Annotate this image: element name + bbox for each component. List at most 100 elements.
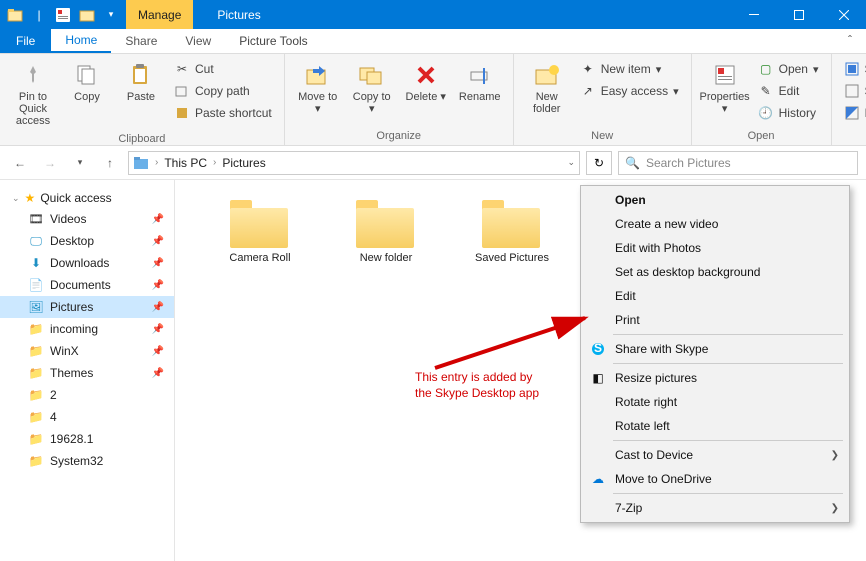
ctx-onedrive[interactable]: ☁Move to OneDrive [583,467,847,491]
new-folder-icon[interactable] [76,4,98,26]
new-folder-button[interactable]: New folder [522,59,572,117]
clipboard-group-label: Clipboard [8,131,276,145]
open-group: Properties ▾ ▢Open ▾ ✎Edit 🕘History Open [692,54,832,145]
folder-icon: 📁 [28,409,44,425]
ctx-edit[interactable]: Edit [583,284,847,308]
delete-button[interactable]: Delete ▾ [401,59,451,105]
back-button[interactable]: ← [8,151,32,175]
collapse-ribbon-icon[interactable]: ˆ [834,29,866,53]
ctx-share-skype[interactable]: SShare with Skype [583,337,847,361]
nav-system32[interactable]: 📁System32 [0,450,174,472]
paste-button[interactable]: Paste [116,59,166,105]
edit-button[interactable]: ✎Edit [754,81,823,101]
navigation-pane: ⌄★Quick access 🎞Videos📌 🖵Desktop📌 ⬇Downl… [0,180,175,561]
ribbon-tab-strip: File Home Share View Picture Tools ˆ [0,29,866,54]
nav-downloads[interactable]: ⬇Downloads📌 [0,252,174,274]
recent-locations-icon[interactable]: ▾ [68,151,92,175]
ctx-cast[interactable]: Cast to Device❯ [583,443,847,467]
up-button[interactable]: ↑ [98,151,122,175]
ctx-set-background[interactable]: Set as desktop background [583,260,847,284]
cut-button[interactable]: ✂Cut [170,59,276,79]
ctx-edit-photos[interactable]: Edit with Photos [583,236,847,260]
select-none-button[interactable]: Select none [840,81,866,101]
copy-button[interactable]: Copy [62,59,112,105]
nav-pictures[interactable]: 🖼Pictures📌 [0,296,174,318]
separator [613,363,843,364]
properties-icon[interactable] [52,4,74,26]
invert-selection-button[interactable]: Invert selection [840,103,866,123]
file-tab[interactable]: File [0,29,51,53]
minimize-button[interactable] [731,0,776,29]
view-tab[interactable]: View [171,29,225,53]
collapse-icon[interactable]: ⌄ [12,193,20,204]
folder-new-folder[interactable]: New folder [341,198,431,265]
nav-4[interactable]: 📁4 [0,406,174,428]
folder-icon [480,198,544,248]
nav-videos[interactable]: 🎞Videos📌 [0,208,174,230]
picture-tools-tab[interactable]: Picture Tools [225,29,321,53]
downloads-icon: ⬇ [28,255,44,271]
home-tab[interactable]: Home [51,29,111,53]
breadcrumb-pictures[interactable]: Pictures [222,156,265,170]
copy-to-button[interactable]: Copy to ▾ [347,59,397,117]
delete-icon [412,61,440,89]
history-icon: 🕘 [758,105,774,121]
context-menu: Open Create a new video Edit with Photos… [580,185,850,523]
select-all-button[interactable]: Select all [840,59,866,79]
rename-button[interactable]: Rename [455,59,505,105]
address-field[interactable]: › This PC › Pictures ⌄ [128,151,580,175]
nav-2[interactable]: 📁2 [0,384,174,406]
chevron-right-icon[interactable]: › [213,157,216,168]
qat-dropdown-icon[interactable]: ▾ [100,4,122,26]
nav-themes[interactable]: 📁Themes📌 [0,362,174,384]
scissors-icon: ✂ [174,61,190,77]
quick-access-toolbar: | ▾ [0,2,126,28]
ctx-rotate-right[interactable]: Rotate right [583,390,847,414]
edit-icon: ✎ [758,83,774,99]
new-item-button[interactable]: ✦New item ▾ [576,59,683,79]
maximize-button[interactable] [776,0,821,29]
forward-button[interactable]: → [38,151,62,175]
move-to-button[interactable]: Move to ▾ [293,59,343,117]
breadcrumb-this-pc[interactable]: This PC [164,156,207,170]
copy-path-icon [174,83,190,99]
folder-icon: 📁 [28,321,44,337]
copy-path-button[interactable]: Copy path [170,81,276,101]
explorer-icon[interactable] [4,4,26,26]
share-tab[interactable]: Share [111,29,171,53]
ctx-print[interactable]: Print [583,308,847,332]
folder-icon [228,198,292,248]
nav-documents[interactable]: 📄Documents📌 [0,274,174,296]
properties-button[interactable]: Properties ▾ [700,59,750,117]
quick-access-header[interactable]: ⌄★Quick access [0,188,174,208]
ctx-7zip[interactable]: 7-Zip❯ [583,496,847,520]
easy-access-icon: ↗ [580,83,596,99]
ribbon: Pin to Quick access Copy Paste ✂Cut Copy… [0,54,866,146]
ctx-create-video[interactable]: Create a new video [583,212,847,236]
nav-desktop[interactable]: 🖵Desktop📌 [0,230,174,252]
address-dropdown-icon[interactable]: ⌄ [567,157,575,168]
folder-camera-roll[interactable]: Camera Roll [215,198,305,265]
ctx-open[interactable]: Open [583,188,847,212]
easy-access-button[interactable]: ↗Easy access ▾ [576,81,683,101]
folder-saved-pictures[interactable]: Saved Pictures [467,198,557,265]
folder-icon [133,156,149,170]
folder-icon: 📁 [28,365,44,381]
history-button[interactable]: 🕘History [754,103,823,123]
ctx-resize[interactable]: ◧Resize pictures [583,366,847,390]
pin-icon: 📌 [152,258,164,269]
select-all-icon [844,61,860,77]
refresh-button[interactable]: ↻ [586,151,612,175]
nav-19628[interactable]: 📁19628.1 [0,428,174,450]
pin-icon: 📌 [152,236,164,247]
open-button[interactable]: ▢Open ▾ [754,59,823,79]
search-box[interactable]: 🔍 Search Pictures [618,151,858,175]
paste-shortcut-button[interactable]: Paste shortcut [170,103,276,123]
folder-icon: 📁 [28,387,44,403]
close-button[interactable] [821,0,866,29]
nav-winx[interactable]: 📁WinX📌 [0,340,174,362]
nav-incoming[interactable]: 📁incoming📌 [0,318,174,340]
ctx-rotate-left[interactable]: Rotate left [583,414,847,438]
chevron-right-icon[interactable]: › [155,157,158,168]
pin-quick-access-button[interactable]: Pin to Quick access [8,59,58,129]
